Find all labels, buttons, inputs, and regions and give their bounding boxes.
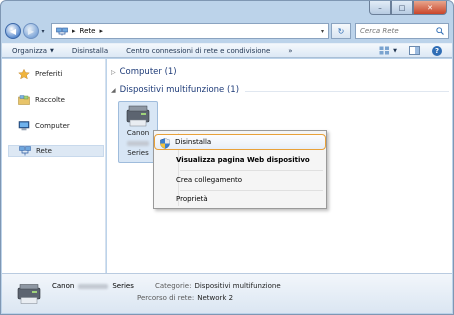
group-computer[interactable]: ▷ Computer (1)	[111, 67, 177, 77]
details-category-value: Dispositivi multifunzione	[194, 282, 281, 290]
address-bar[interactable]: ▸ Rete ▸ ▾	[51, 23, 329, 39]
details-category-label: Categorie:	[155, 282, 192, 290]
nav-item-computer[interactable]: Computer	[8, 120, 104, 132]
details-path-value: Network 2	[197, 294, 234, 302]
shield-icon	[160, 138, 170, 149]
chevron-down-icon: ▼	[50, 47, 54, 54]
details-name-prefix: Canon	[52, 282, 75, 290]
toolbar-right: ▼ ?	[379, 45, 442, 56]
explorer-window: – □ ✕ ◀ ▶ ▾ ▸ Rete ▸ ▾ ↻ Cerca Rete Orga…	[0, 0, 454, 315]
details-pane: Canon Series Categorie: Dispositivi multi…	[2, 273, 452, 313]
computer-icon	[18, 121, 30, 131]
view-icon	[379, 46, 390, 55]
search-box[interactable]	[355, 23, 449, 39]
nav-item-network[interactable]: Rete	[8, 145, 104, 157]
group-computer-label: Computer (1)	[119, 67, 177, 77]
multifunction-printer-icon	[17, 284, 41, 304]
forward-button[interactable]: ▶	[23, 23, 39, 39]
chevron-down-icon: ▼	[393, 47, 397, 54]
refresh-button[interactable]: ↻	[331, 23, 351, 39]
recent-pages-dropdown[interactable]: ▾	[39, 28, 47, 35]
device-item-canon[interactable]: Canon Series	[118, 101, 158, 163]
close-button[interactable]: ✕	[413, 1, 447, 15]
change-view-button[interactable]: ▼	[379, 46, 397, 55]
menu-item-uninstall[interactable]: Disinstalla	[154, 134, 326, 150]
group-multifunction[interactable]: ◢ Dispositivi multifunzione (1)	[111, 85, 239, 95]
help-icon[interactable]: ?	[432, 45, 442, 56]
nav-item-favorites[interactable]: Preferiti	[8, 68, 104, 80]
expand-icon[interactable]: ▷	[111, 69, 116, 76]
context-menu: Disinstalla Visualizza pagina Web dispos…	[153, 130, 327, 209]
refresh-icon: ↻	[337, 26, 345, 36]
nav-item-libraries[interactable]: Raccolte	[8, 94, 104, 106]
redacted-model	[78, 283, 109, 289]
more-commands-button[interactable]: »	[288, 47, 292, 55]
menu-separator	[180, 170, 323, 171]
preview-pane-icon[interactable]	[409, 46, 420, 55]
caption-buttons: – □ ✕	[369, 1, 447, 15]
nav-label-libraries: Raccolte	[35, 96, 65, 104]
menu-item-create-shortcut[interactable]: Crea collegamento	[156, 172, 324, 188]
star-icon	[18, 69, 30, 79]
group-multifunction-label: Dispositivi multifunzione (1)	[119, 85, 240, 95]
nav-label-favorites: Preferiti	[35, 70, 63, 78]
multifunction-printer-icon	[126, 105, 150, 127]
address-row: ◀ ▶ ▾ ▸ Rete ▸ ▾ ↻	[5, 21, 449, 41]
network-center-button[interactable]: Centro connessioni di rete e condivision…	[126, 47, 270, 55]
uninstall-button[interactable]: Disinstalla	[72, 47, 108, 55]
menu-label-uninstall: Disinstalla	[175, 138, 212, 146]
details-name-suffix: Series	[112, 282, 134, 290]
menu-item-properties[interactable]: Proprietà	[156, 191, 324, 207]
redacted-model	[127, 140, 149, 146]
search-input[interactable]	[360, 27, 436, 35]
collapse-icon[interactable]: ◢	[111, 87, 116, 94]
nav-label-network: Rete	[36, 147, 52, 155]
device-label-redacted	[127, 138, 149, 148]
details-device-name: Canon Series	[52, 282, 134, 290]
network-icon	[56, 27, 68, 35]
organize-label: Organizza	[12, 46, 48, 55]
breadcrumb-separator[interactable]: ▸	[99, 27, 103, 35]
device-label-line1: Canon	[126, 129, 150, 137]
menu-item-view-web-page[interactable]: Visualizza pagina Web dispositivo	[156, 152, 324, 168]
breadcrumb-separator[interactable]: ▸	[72, 27, 76, 35]
back-button[interactable]: ◀	[5, 23, 21, 39]
nav-label-computer: Computer	[35, 122, 70, 130]
search-icon[interactable]	[436, 27, 444, 35]
details-category: Categorie: Dispositivi multifunzione	[155, 282, 281, 290]
organize-button[interactable]: Organizza ▼	[12, 47, 54, 55]
breadcrumb-rete[interactable]: Rete	[80, 27, 96, 35]
navigation-pane: Preferiti Raccolte Computer Rete	[2, 59, 106, 274]
group-divider	[245, 91, 449, 92]
details-network-path: Percorso di rete: Network 2	[137, 294, 233, 302]
libraries-icon	[18, 95, 30, 105]
maximize-button[interactable]: □	[391, 1, 413, 15]
command-bar: Organizza ▼ Disinstalla Centro connessio…	[2, 43, 452, 58]
device-label-line3: Series	[127, 149, 149, 157]
address-dropdown[interactable]: ▾	[321, 28, 324, 35]
details-path-label: Percorso di rete:	[137, 294, 195, 302]
minimize-button[interactable]: –	[369, 1, 391, 15]
network-icon	[19, 146, 31, 156]
